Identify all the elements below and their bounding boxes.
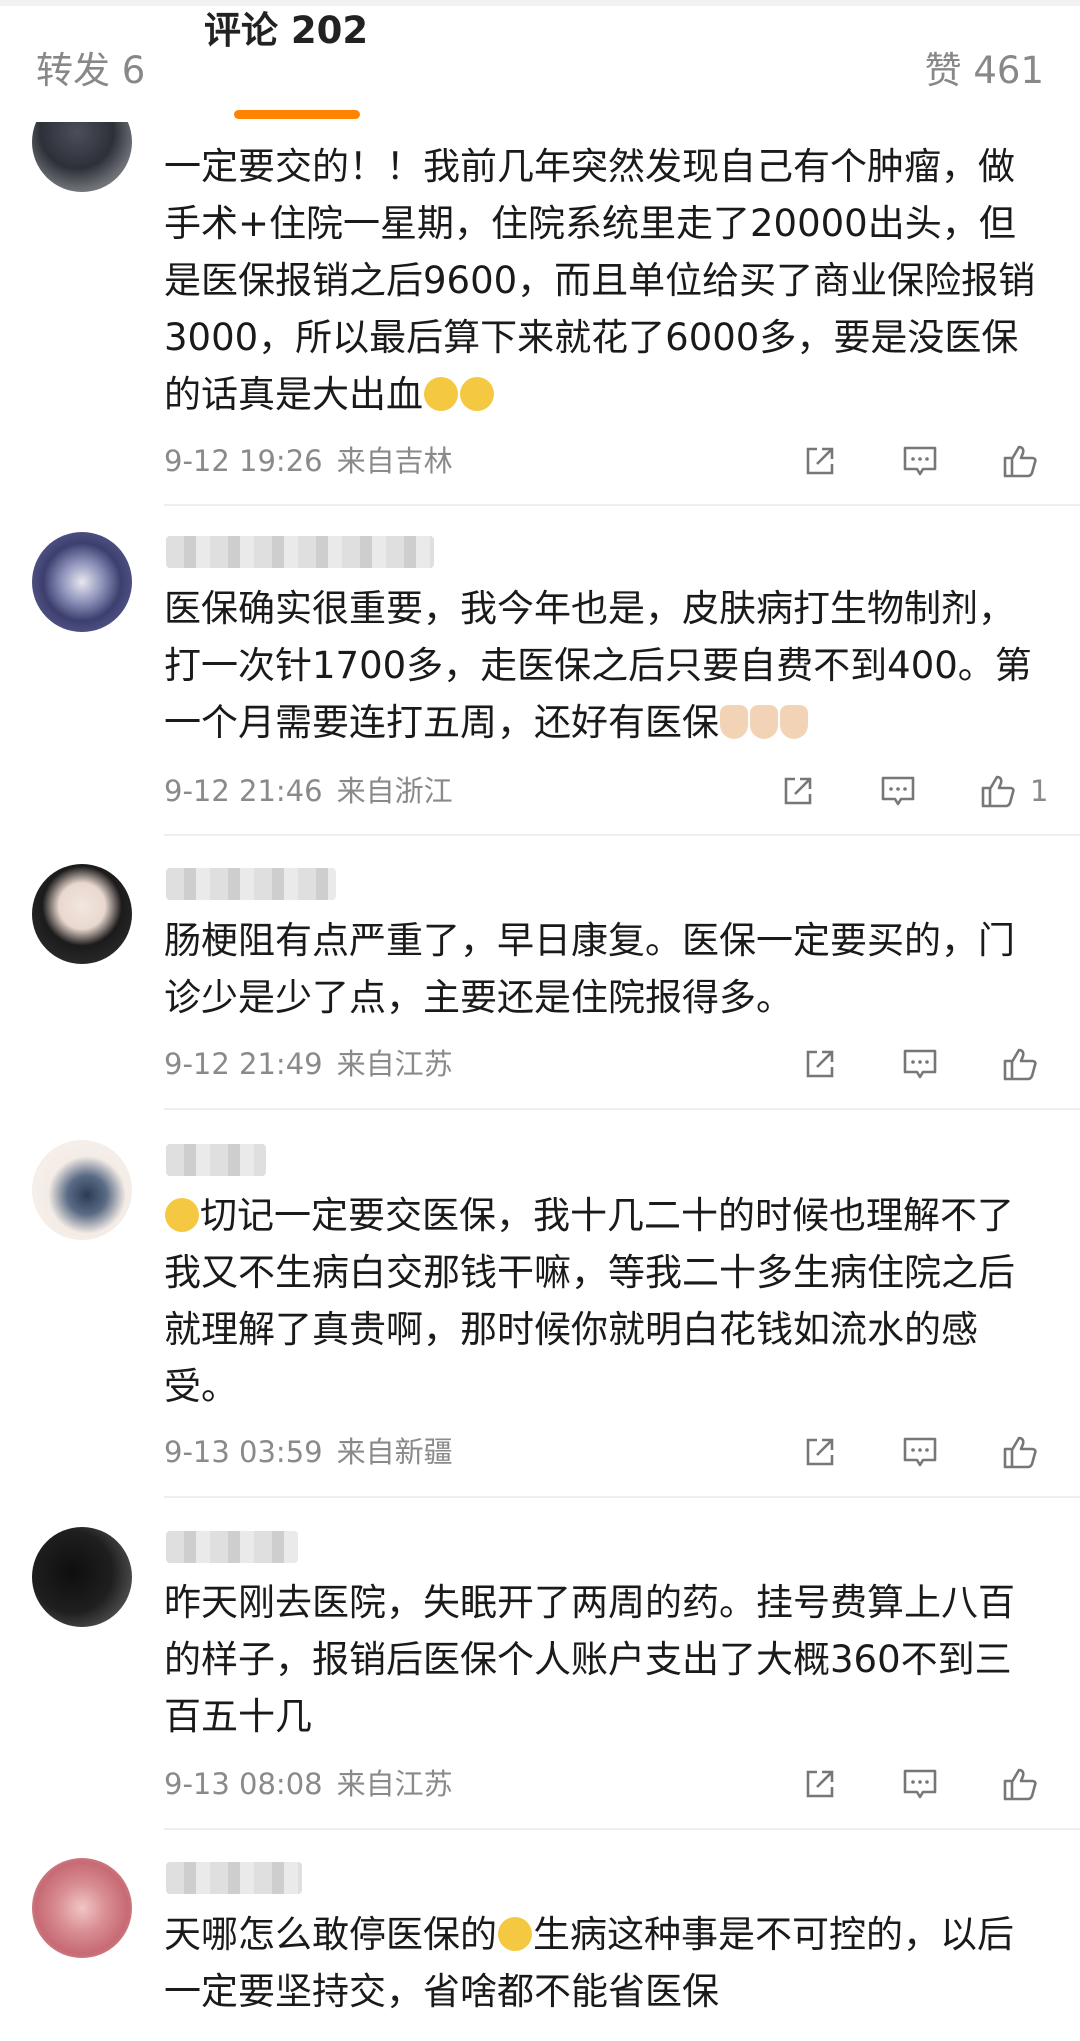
cat-face-emoji: [165, 1198, 199, 1232]
tab-comments[interactable]: 评论 202: [204, 6, 1080, 2041]
avatar[interactable]: [32, 532, 132, 632]
comment-tabs: 转发 6 评论 202 赞 461: [0, 0, 1080, 122]
avatar[interactable]: [32, 1527, 132, 1627]
active-tab-indicator: [234, 110, 360, 119]
tab-likes[interactable]: 赞 461: [925, 46, 1044, 96]
avatar[interactable]: [32, 1858, 132, 1958]
tab-reposts[interactable]: 转发 6: [36, 46, 145, 96]
avatar[interactable]: [32, 1140, 132, 1240]
avatar[interactable]: [32, 864, 132, 964]
